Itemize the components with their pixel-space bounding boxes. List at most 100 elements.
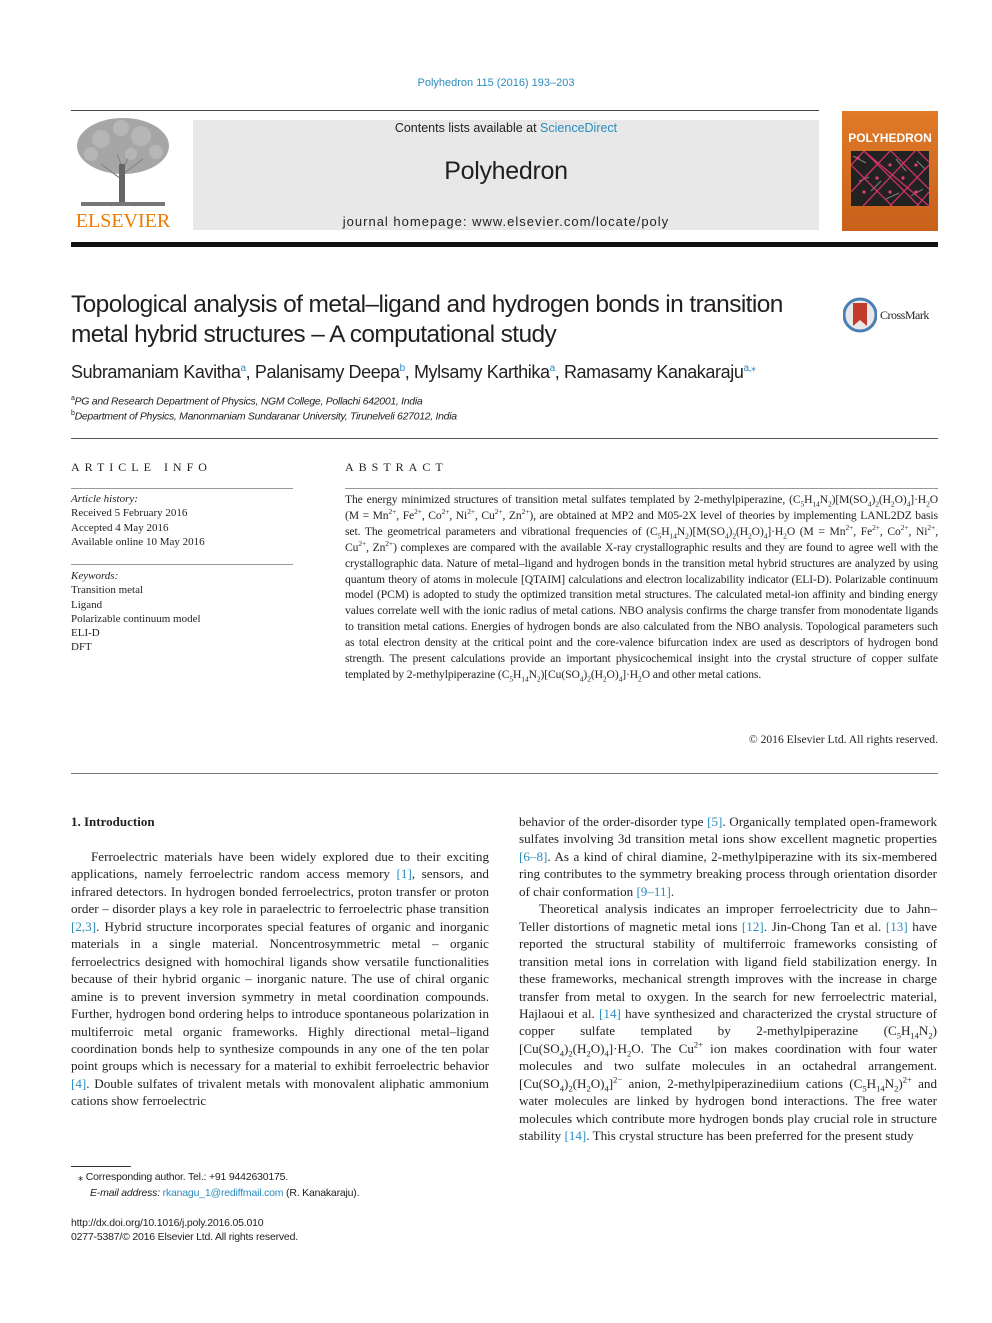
citation-link[interactable]: [9–11]	[636, 884, 670, 899]
superscript: 2−	[613, 1074, 623, 1085]
subscript: 2	[875, 499, 879, 509]
journal-reference-link[interactable]: Polyhedron 115 (2016) 193–203	[0, 77, 992, 89]
subscript: 2	[828, 499, 832, 509]
author-affiliation-marker[interactable]: a,⁎	[743, 363, 756, 374]
superscript: 2+	[385, 538, 394, 548]
subscript: 14	[669, 531, 677, 541]
citation-link[interactable]: [13]	[886, 919, 908, 934]
subscript: 2	[894, 1083, 899, 1094]
citation-link[interactable]: [14]	[599, 1006, 621, 1021]
homepage-link[interactable]: www.elsevier.com/locate/poly	[472, 214, 669, 229]
contents-prefix: Contents lists available at	[394, 121, 541, 135]
subscript: 2	[586, 1083, 591, 1094]
tree-icon	[71, 114, 175, 210]
subscript: 14	[910, 1031, 919, 1042]
keyword: Polarizable continuum model	[71, 612, 201, 625]
author-name[interactable]: Palanisamy Deepa	[255, 362, 400, 382]
author-affiliation-marker[interactable]: b	[400, 363, 406, 374]
subscript: 2	[587, 674, 591, 684]
corresponding-author-note: ⁎ Corresponding author. Tel.: +91 944263…	[78, 1171, 289, 1183]
subscript: 2	[602, 674, 607, 684]
received-date: Received 5 February 2016	[71, 507, 188, 520]
email-link[interactable]: rkanagu_1@rediffmail.com	[163, 1187, 284, 1199]
subscript: 2	[568, 1048, 573, 1059]
subscript: 2	[928, 1031, 933, 1042]
abstract-divider	[345, 488, 938, 489]
superscript: 2+	[388, 507, 397, 517]
article-title-line-1: Topological analysis of metal–ligand and…	[71, 291, 783, 318]
citation-link[interactable]: [14]	[564, 1128, 586, 1143]
subscript: 4	[559, 1083, 564, 1094]
subscript: 2	[626, 1048, 632, 1059]
history-label: Article history:	[71, 493, 138, 505]
abstract-paragraph: The energy minimized structures of trans…	[345, 493, 938, 684]
journal-homepage: journal homepage: www.elsevier.com/locat…	[193, 214, 819, 229]
intro-paragraph: Ferroelectric materials have been widely…	[71, 849, 489, 1109]
author-name[interactable]: Mylsamy Karthika	[414, 362, 550, 382]
header-divider	[71, 110, 819, 111]
superscript: 2+	[467, 507, 475, 517]
email-suffix: (R. Kanakaraju).	[283, 1187, 360, 1199]
contents-availability: Contents lists available at ScienceDirec…	[193, 121, 819, 135]
intro-paragraph: Theoretical analysis indicates an improp…	[519, 901, 937, 1144]
elsevier-wordmark: ELSEVIER	[75, 210, 171, 232]
superscript: 2+	[358, 538, 367, 548]
author-affiliation-marker[interactable]: a	[241, 363, 247, 374]
keywords-divider	[71, 564, 293, 565]
email-note: E-mail address: rkanagu_1@rediffmail.com…	[90, 1187, 359, 1199]
subscript: 4	[604, 1048, 609, 1059]
journal-name: Polyhedron	[444, 157, 568, 185]
keyword: ELI-D	[71, 627, 100, 640]
crossmark-button[interactable]: CrossMark	[842, 297, 943, 333]
body-column-right: behavior of the order-disorder type [5].…	[519, 813, 937, 1145]
citation-link[interactable]: [12]	[742, 919, 764, 934]
subscript: 2	[783, 531, 787, 541]
homepage-prefix: journal homepage:	[342, 214, 473, 229]
crossmark-icon	[842, 297, 878, 333]
abstract-text: The energy minimized structures of trans…	[345, 492, 938, 683]
subscript: 2	[732, 531, 736, 541]
journal-cover-image[interactable]: POLYHEDRON	[842, 111, 938, 231]
online-date: Available online 10 May 2016	[71, 535, 205, 548]
keywords: Keywords: Transition metal Ligand Polari…	[71, 569, 293, 655]
crystal-lattice-icon	[851, 151, 929, 206]
subscript: 2	[568, 1083, 573, 1094]
author-affiliation-marker[interactable]: a	[550, 363, 556, 374]
intro-paragraph-continued: behavior of the order-disorder type [5].…	[519, 814, 937, 899]
issn-copyright: 0277-5387/© 2016 Elsevier Ltd. All right…	[71, 1231, 298, 1243]
subscript: 4	[618, 674, 623, 684]
subscript: 2	[536, 674, 541, 684]
doi-link[interactable]: http://dx.doi.org/10.1016/j.poly.2016.05…	[71, 1217, 264, 1229]
author-list: Subramaniam Kavithaa, Palanisamy Deepab,…	[71, 362, 756, 382]
citation-link[interactable]: [2,3]	[71, 919, 96, 934]
superscript: 2+	[872, 522, 880, 532]
subscript: 2	[685, 531, 689, 541]
author-name[interactable]: Ramasamy Kanakaraju	[564, 362, 744, 382]
citation-link[interactable]: [1]	[397, 866, 412, 881]
subscript: 4	[579, 674, 584, 684]
affiliation-a: aPG and Research Department of Physics, …	[71, 395, 423, 408]
keyword: Transition metal	[71, 584, 144, 597]
subscript: 2	[890, 499, 895, 509]
subscript: 4	[906, 499, 911, 509]
citation-link[interactable]: [6–8]	[519, 849, 547, 864]
subscript: 2	[748, 531, 752, 541]
email-label: E-mail address:	[90, 1187, 163, 1199]
subscript: 2	[926, 499, 930, 509]
citation-link[interactable]: [4]	[71, 1076, 86, 1091]
subscript: 2	[586, 1048, 591, 1059]
superscript: 2+	[494, 507, 503, 517]
author-name[interactable]: Subramaniam Kavitha	[71, 362, 241, 382]
article-history: Article history: Received 5 February 201…	[71, 492, 293, 549]
sciencedirect-link[interactable]: ScienceDirect	[540, 121, 617, 135]
superscript: 2+	[902, 1074, 912, 1085]
abstract-heading: ABSTRACT	[345, 460, 448, 474]
article-title-line-2: metal hybrid structures – A computationa…	[71, 321, 557, 348]
superscript: 2+	[900, 522, 909, 532]
subscript: 4	[763, 531, 768, 541]
citation-link[interactable]: [5]	[707, 814, 722, 829]
superscript: 2+	[414, 507, 422, 517]
subscript: 4	[724, 531, 729, 541]
subscript: 14	[812, 499, 820, 509]
affiliation-text: PG and Research Department of Physics, N…	[74, 395, 423, 408]
